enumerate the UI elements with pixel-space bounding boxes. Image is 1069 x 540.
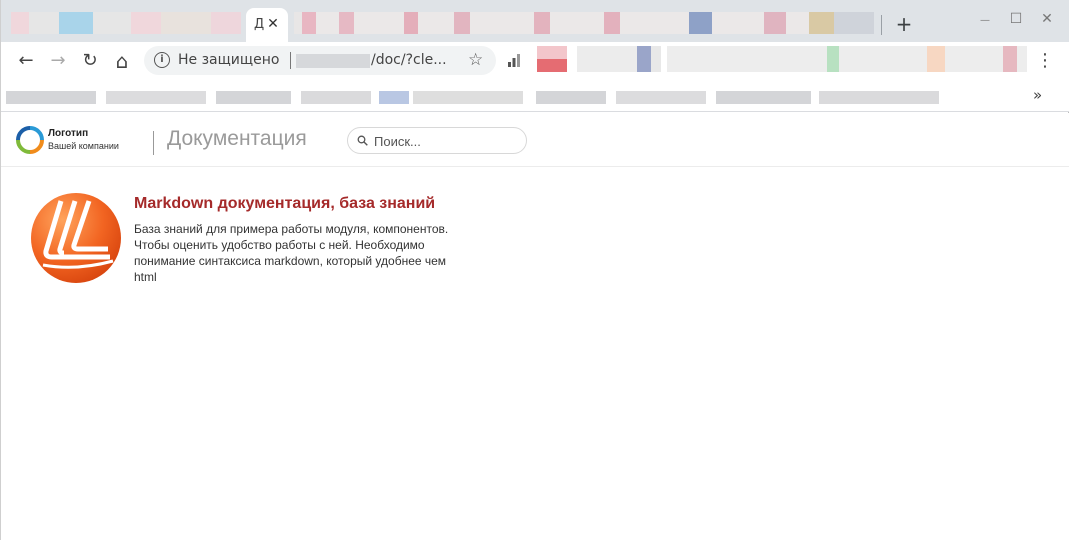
tab-separator: [881, 15, 882, 35]
bookmark-blurred[interactable]: [6, 91, 96, 104]
search-icon: [357, 135, 368, 146]
bookmark-blurred[interactable]: [819, 91, 939, 104]
extension-blurred-icon[interactable]: [667, 46, 1027, 72]
bookmark-blurred[interactable]: [106, 91, 206, 104]
bookmark-blurred[interactable]: [301, 91, 371, 104]
new-tab-button[interactable]: +: [894, 12, 914, 36]
extension-blurred-icon[interactable]: [537, 46, 567, 72]
site-header: Логотип Вашей компании Документация: [1, 113, 1069, 167]
bookmark-blurred[interactable]: [616, 91, 706, 104]
doc-card-title-link[interactable]: Markdown документация, база знаний: [134, 195, 435, 213]
page-content: Логотип Вашей компании Документация Поис…: [1, 113, 1069, 540]
close-window-icon[interactable]: ✕: [1037, 11, 1057, 27]
home-icon[interactable]: ⌂: [111, 50, 133, 72]
tab-favicon: Д: [254, 17, 265, 32]
forward-icon[interactable]: →: [47, 50, 69, 72]
tab-strip: Д ✕ + — ☐ ✕: [1, 0, 1069, 42]
tab-blurred[interactable]: [11, 12, 241, 34]
logo-mark-icon: [16, 126, 44, 154]
browser-window: Д ✕ + — ☐ ✕ ← → ↻ ⌂ i Не защищено /doc/?…: [0, 0, 1069, 540]
bookmark-blurred[interactable]: [216, 91, 291, 104]
maximize-icon[interactable]: ☐: [1006, 11, 1026, 27]
tab-blurred[interactable]: [294, 12, 874, 34]
minimize-icon[interactable]: —: [975, 15, 995, 26]
tab-close-icon[interactable]: ✕: [265, 16, 281, 32]
address-separator: [290, 52, 291, 69]
address-path[interactable]: /doc/?cle...: [371, 52, 447, 68]
header-divider: [153, 131, 154, 155]
bookmark-blurred[interactable]: [413, 91, 523, 104]
logo-subtitle: Вашей компании: [48, 141, 119, 151]
lstu-logo-icon[interactable]: [31, 193, 121, 283]
reload-icon[interactable]: ↻: [79, 50, 101, 72]
doc-card-description: База знаний для примера работы модуля, к…: [134, 222, 449, 284]
info-icon[interactable]: i: [154, 52, 170, 68]
not-secure-label[interactable]: Не защищено: [178, 52, 279, 68]
search-box[interactable]: [347, 127, 527, 154]
bookmarks-more-icon[interactable]: »: [1033, 86, 1042, 104]
bookmark-star-icon[interactable]: ☆: [468, 50, 483, 70]
tab-active[interactable]: Д ✕: [246, 8, 288, 42]
signal-icon[interactable]: [507, 53, 521, 67]
logo-title: Логотип: [48, 128, 89, 139]
extension-blurred-icon[interactable]: [577, 46, 661, 72]
address-bar[interactable]: i Не защищено /doc/?cle... ☆: [144, 46, 496, 75]
menu-icon[interactable]: ⋮: [1036, 50, 1054, 71]
extension-icons: [507, 46, 1027, 72]
site-logo[interactable]: Логотип Вашей компании: [16, 125, 136, 155]
bookmark-blurred[interactable]: [716, 91, 811, 104]
bookmark-blurred[interactable]: [536, 91, 606, 104]
bookmarks-bar: »: [1, 80, 1069, 112]
address-host-blurred: [296, 54, 370, 68]
doc-card: Markdown документация, база знаний База …: [31, 193, 471, 293]
back-icon[interactable]: ←: [15, 50, 37, 72]
bookmark-blurred[interactable]: [379, 91, 409, 104]
page-title: Документация: [167, 127, 307, 150]
browser-toolbar: ← → ↻ ⌂ i Не защищено /doc/?cle... ☆ ⋮: [1, 42, 1069, 80]
search-input[interactable]: [374, 132, 522, 150]
